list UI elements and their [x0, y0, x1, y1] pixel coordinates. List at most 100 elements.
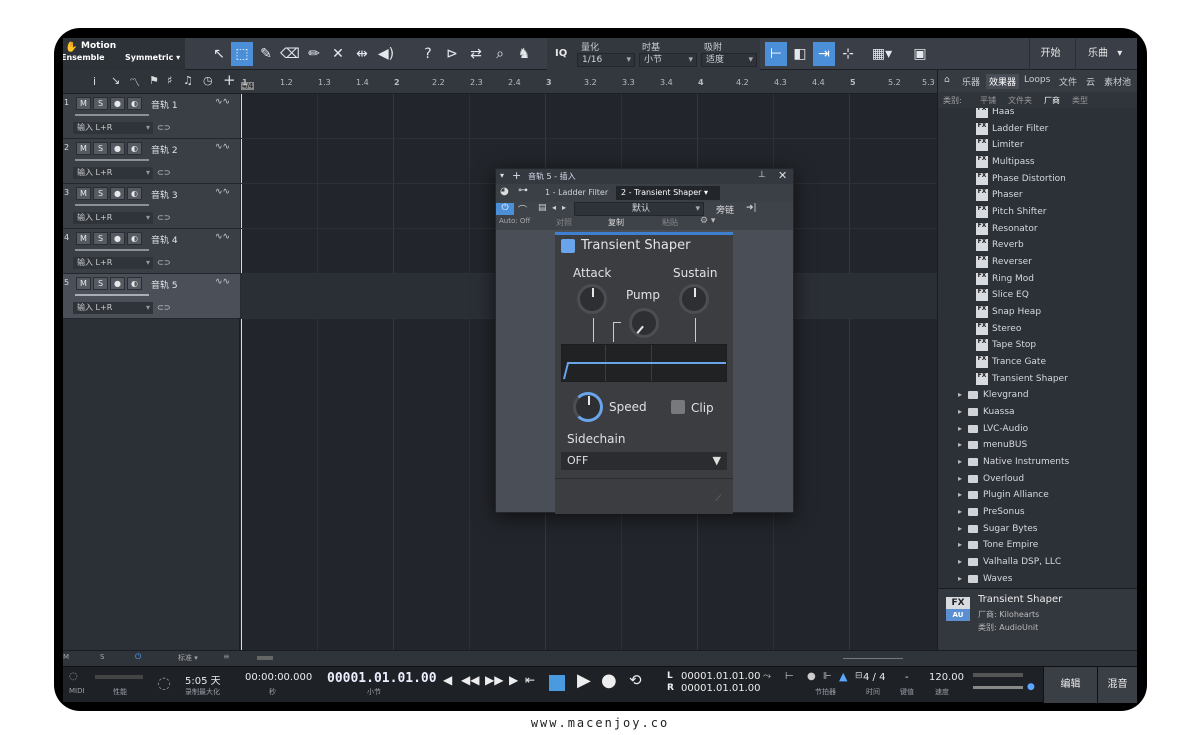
gear-icon[interactable]: ⚙ ▾ — [700, 216, 715, 226]
preroll-icon[interactable]: ⊢ — [785, 671, 794, 682]
help-icon[interactable]: ? — [417, 42, 439, 66]
auto-mode[interactable]: Auto: Off — [499, 217, 530, 225]
list-item[interactable]: FX Limiter — [976, 137, 1024, 153]
bars-display[interactable]: 00001.01.01.00 — [327, 671, 437, 686]
clip-checkbox[interactable] — [671, 400, 685, 414]
info-icon[interactable]: i — [93, 75, 96, 88]
record-button[interactable]: ● — [110, 277, 125, 290]
track-name[interactable]: 音轨 4 — [151, 233, 178, 246]
precount-icon[interactable]: ⤳ — [763, 671, 771, 682]
list-item[interactable]: FX Haas — [976, 108, 1015, 120]
mute-footer[interactable]: M — [63, 653, 69, 661]
automation-icon[interactable]: 〽 — [129, 74, 140, 90]
grid-menu-icon[interactable]: ▦▾ — [867, 42, 897, 66]
record-button[interactable]: ● — [110, 142, 125, 155]
solo-button[interactable]: S — [93, 97, 108, 110]
seconds-display[interactable]: 00:00:00.000 — [245, 672, 312, 683]
vendor-folder[interactable]: ▸ Waves — [958, 571, 1012, 587]
click-icon[interactable]: ⊩ — [823, 671, 832, 682]
loop-start-icon[interactable]: ⇤ — [525, 673, 535, 687]
timebase-select[interactable]: 小节 — [639, 53, 697, 67]
solo-footer[interactable]: S — [100, 653, 104, 661]
close-icon[interactable]: ✕ — [778, 169, 787, 182]
track-row[interactable]: 3 M S ● ◐ 音轨 3 ∿∿ 输入 L+R ⊂⊃ — [63, 184, 240, 229]
link-icon[interactable]: ⊂⊃ — [157, 168, 170, 177]
link-icon[interactable]: ⊂⊃ — [157, 303, 170, 312]
nudge-icon[interactable]: ⊳ — [441, 42, 463, 66]
monitor-button[interactable]: ◐ — [127, 97, 142, 110]
record-button[interactable]: ● — [110, 232, 125, 245]
paste-button[interactable]: 粘贴 — [662, 217, 678, 228]
play-button[interactable]: ▶ — [577, 670, 591, 691]
time-signature-display[interactable]: 4 / 4 — [863, 672, 885, 683]
link-icon[interactable]: ⊂⊃ — [157, 123, 170, 132]
list-item[interactable]: FX Reverb — [976, 237, 1024, 253]
monitor-button[interactable]: ◐ — [127, 232, 142, 245]
song-page-button[interactable]: 乐曲 ▾ — [1075, 38, 1137, 70]
wrench-icon[interactable]: ↘ — [111, 74, 120, 87]
metronome-settings-icon[interactable]: ⊟ — [855, 671, 863, 681]
tab-instruments[interactable]: 乐器 — [962, 75, 980, 88]
vendor-folder[interactable]: ▸ Sugar Bytes — [958, 521, 1037, 537]
resize-handle[interactable]: ⟋ — [715, 494, 721, 504]
mute-button[interactable]: M — [76, 187, 91, 200]
volume-slider[interactable] — [75, 159, 149, 161]
sidechain-select[interactable]: OFF ▼ — [561, 452, 727, 470]
list-item[interactable]: FX Slice EQ — [976, 287, 1029, 303]
monitor-button[interactable]: ◐ — [127, 142, 142, 155]
filter-vendor[interactable]: 厂商 — [1044, 95, 1060, 106]
vendor-folder[interactable]: ▸ Tone Empire — [958, 537, 1038, 553]
list-item[interactable]: FX Ladder Filter — [976, 121, 1048, 137]
performance-meter[interactable] — [95, 675, 143, 679]
stretch-icon[interactable]: ⇄ — [465, 42, 487, 66]
preset-panel[interactable]: ✋ Motion Ensemble Symmetric ▾ — [63, 38, 185, 70]
track-name[interactable]: 音轨 3 — [151, 188, 178, 201]
compare-button[interactable]: 对照 — [556, 217, 572, 228]
list-item[interactable]: FX Tape Stop — [976, 337, 1036, 353]
mute-button[interactable]: M — [76, 97, 91, 110]
sustain-knob[interactable] — [679, 284, 709, 314]
paint-tool-icon[interactable]: ✏ — [303, 42, 325, 66]
vendor-folder[interactable]: ▸ Plugin Alliance — [958, 487, 1049, 503]
list-item[interactable]: FX Phase Distortion — [976, 171, 1066, 187]
forward-end-icon[interactable]: ▶ — [509, 673, 518, 687]
routing-icon[interactable]: ⊶ — [518, 185, 528, 196]
list-item[interactable]: FX Transient Shaper — [976, 371, 1068, 387]
pin-icon[interactable]: ⊥ — [758, 170, 766, 180]
mute-button[interactable]: M — [76, 232, 91, 245]
tab-transient-shaper[interactable]: 2 - Transient Shaper ▾ — [616, 186, 720, 200]
waveform-icon[interactable]: ∿∿ — [215, 187, 230, 197]
start-page-button[interactable]: 开始 — [1029, 38, 1071, 70]
home-icon[interactable]: ⌂ — [944, 75, 950, 85]
solo-button[interactable]: S — [93, 187, 108, 200]
tab-pool[interactable]: 素材池 — [1104, 75, 1131, 88]
fast-forward-icon[interactable]: ▶▶ — [485, 673, 503, 687]
range-tool-icon[interactable]: ⬚ — [231, 42, 253, 66]
clock-icon[interactable]: ◷ — [203, 74, 213, 87]
volume-slider[interactable] — [75, 114, 149, 116]
collapse-icon[interactable]: ▾ — [500, 171, 504, 180]
sidechain-button[interactable]: 旁链 — [716, 203, 734, 216]
tempo-display[interactable]: 120.00 — [929, 672, 964, 683]
volume-slider[interactable] — [75, 249, 149, 251]
snap-cursor-icon[interactable]: ⇥ — [813, 42, 835, 66]
mode-select[interactable]: Symmetric ▾ — [125, 53, 180, 62]
volume-slider[interactable] — [75, 204, 149, 206]
marker-icon[interactable]: ⚑ — [149, 74, 159, 87]
snap-event-icon[interactable]: ◧ — [789, 42, 811, 66]
sidechain-arrow-icon[interactable]: ➜| — [746, 203, 757, 213]
waveform-icon[interactable]: ∿∿ — [215, 277, 230, 287]
music-icon[interactable]: ♫ — [183, 74, 193, 87]
snap-grid-icon[interactable]: ⊢ — [765, 42, 787, 66]
monitor-button[interactable]: ◐ — [127, 277, 142, 290]
metronome-dot-icon[interactable]: ● — [807, 671, 816, 682]
metronome-icon[interactable]: ▲ — [839, 670, 847, 683]
standard-select[interactable]: 标准 ▾ — [178, 653, 198, 663]
list-item[interactable]: FX Snap Heap — [976, 304, 1041, 320]
track-row[interactable]: 5 M S ● ◐ 音轨 5 ∿∿ 输入 L+R ⊂⊃ — [63, 274, 240, 319]
split-tool-icon[interactable]: ✎ — [255, 42, 277, 66]
power-icon[interactable]: ⏻ — [135, 652, 141, 662]
track-row[interactable]: 2 M S ● ◐ 音轨 2 ∿∿ 输入 L+R ⊂⊃ — [63, 139, 240, 184]
prev-preset-icon[interactable]: ◂ — [552, 203, 556, 212]
bend-tool-icon[interactable]: ⇹ — [351, 42, 373, 66]
